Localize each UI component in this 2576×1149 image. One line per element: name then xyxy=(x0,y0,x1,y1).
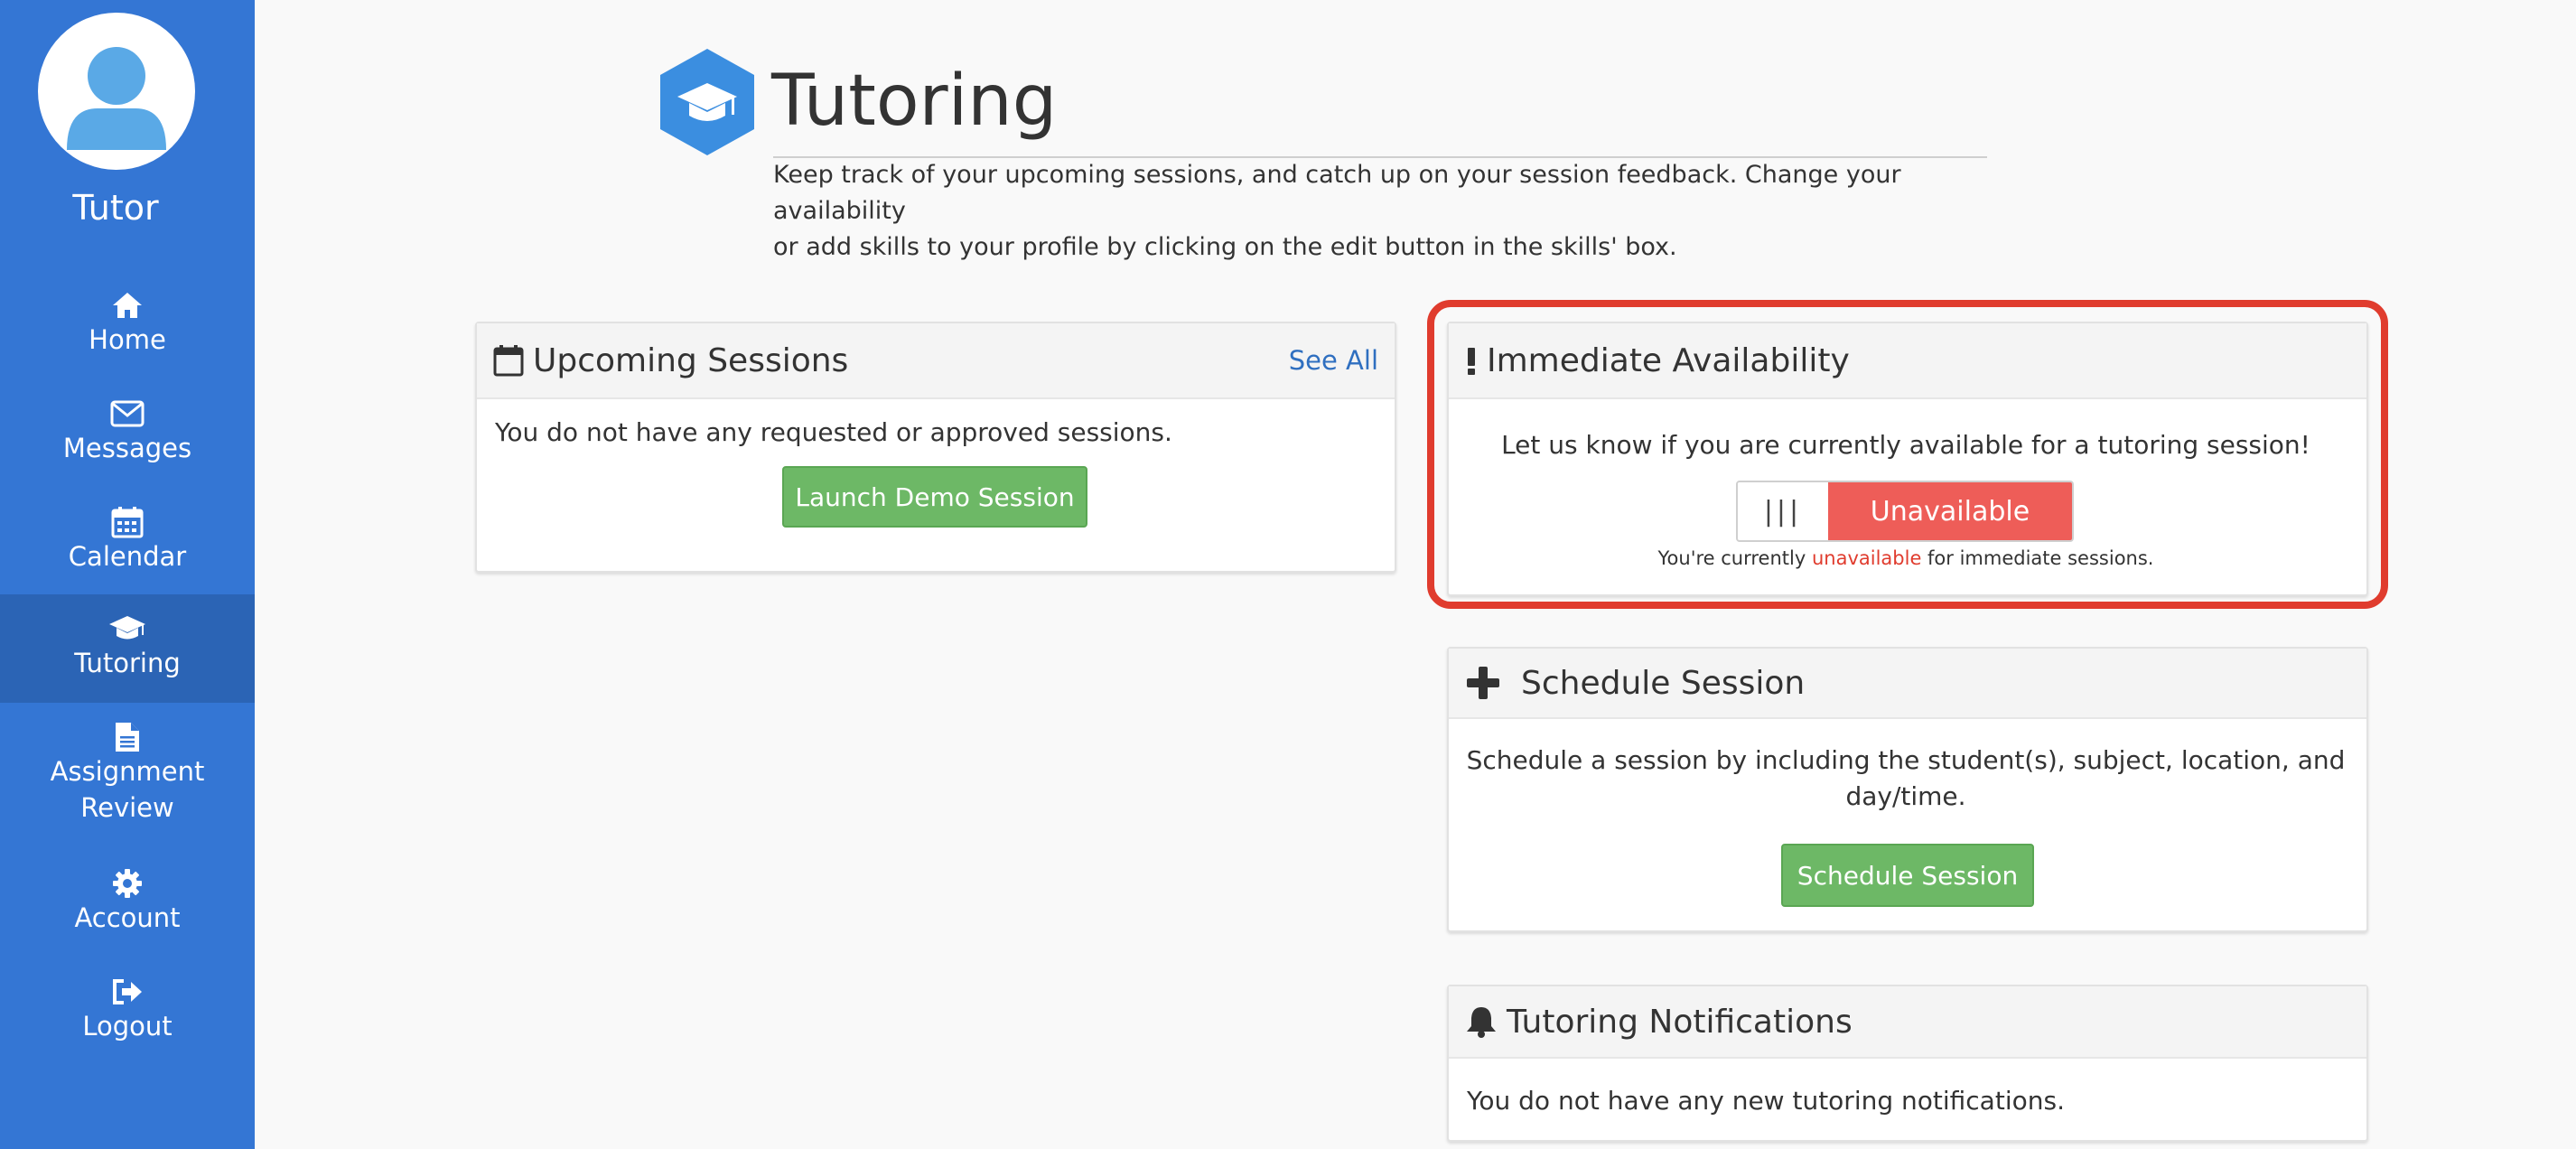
tutoring-notifications-title: Tutoring Notifications xyxy=(1507,1003,1853,1041)
no-notifications-text: You do not have any new tutoring notific… xyxy=(1467,1086,2065,1116)
sidebar-item-logout[interactable]: Logout xyxy=(0,958,255,1066)
sidebar-item-messages[interactable]: Messages xyxy=(0,379,255,488)
sidebar-item-tutoring[interactable]: Tutoring xyxy=(0,594,255,703)
home-icon xyxy=(111,289,144,322)
avatar xyxy=(38,13,195,170)
document-icon xyxy=(114,721,141,753)
bell-icon xyxy=(1465,1004,1498,1039)
plus-icon xyxy=(1465,665,1501,701)
sidebar: Tutor Home Messages Calendar Tutoring As… xyxy=(0,0,255,1149)
gear-icon xyxy=(111,867,144,900)
tutoring-notifications-header: Tutoring Notifications xyxy=(1449,986,2366,1059)
no-sessions-text: You do not have any requested or approve… xyxy=(495,417,1172,447)
schedule-session-button[interactable]: Schedule Session xyxy=(1781,844,2034,907)
calendar-icon xyxy=(493,344,524,377)
user-role-label: Tutor xyxy=(72,188,159,228)
schedule-session-text: Schedule a session by including the stud… xyxy=(1449,743,2363,815)
schedule-session-title: Schedule Session xyxy=(1521,664,1806,702)
page-title: Tutoring xyxy=(771,61,1058,142)
upcoming-sessions-panel: Upcoming Sessions See All You do not hav… xyxy=(475,322,1396,573)
tutoring-logo-icon xyxy=(658,47,757,161)
sidebar-item-label: Assignment xyxy=(50,756,205,787)
sidebar-item-home[interactable]: Home xyxy=(0,271,255,379)
upcoming-sessions-title: Upcoming Sessions xyxy=(533,341,849,379)
sign-out-icon xyxy=(111,976,144,1008)
schedule-session-header: Schedule Session xyxy=(1449,649,2366,719)
page-description-line1: Keep track of your upcoming sessions, an… xyxy=(773,161,1901,225)
graduation-cap-icon xyxy=(107,612,147,645)
sidebar-item-calendar[interactable]: Calendar xyxy=(0,488,255,596)
upcoming-sessions-header: Upcoming Sessions See All xyxy=(477,323,1395,399)
sidebar-item-label: Account xyxy=(74,902,181,933)
schedule-session-text-line2: day/time. xyxy=(1845,781,1966,811)
page-description-line2: or add skills to your profile by clickin… xyxy=(773,233,1677,261)
envelope-icon xyxy=(110,397,145,430)
sidebar-item-label: Messages xyxy=(62,433,192,463)
user-avatar-icon xyxy=(67,47,166,150)
sidebar-item-assignment-review[interactable]: Assignment Review xyxy=(0,703,255,847)
highlight-annotation xyxy=(1427,300,2388,609)
see-all-link[interactable]: See All xyxy=(1289,345,1378,376)
sidebar-item-account[interactable]: Account xyxy=(0,849,255,958)
page-description: Keep track of your upcoming sessions, an… xyxy=(773,157,1993,266)
tutoring-notifications-panel: Tutoring Notifications You do not have a… xyxy=(1447,985,2368,1142)
sidebar-item-label: Calendar xyxy=(68,541,187,572)
sidebar-item-label: Home xyxy=(89,324,166,355)
launch-demo-session-button[interactable]: Launch Demo Session xyxy=(782,466,1087,528)
sidebar-item-label: Tutoring xyxy=(74,648,181,678)
sidebar-item-label: Logout xyxy=(82,1011,173,1042)
schedule-session-panel: Schedule Session Schedule a session by i… xyxy=(1447,647,2368,932)
calendar-icon xyxy=(111,506,144,538)
sidebar-item-label-line2: Review xyxy=(80,792,174,823)
schedule-session-text-line1: Schedule a session by including the stud… xyxy=(1466,745,2346,775)
